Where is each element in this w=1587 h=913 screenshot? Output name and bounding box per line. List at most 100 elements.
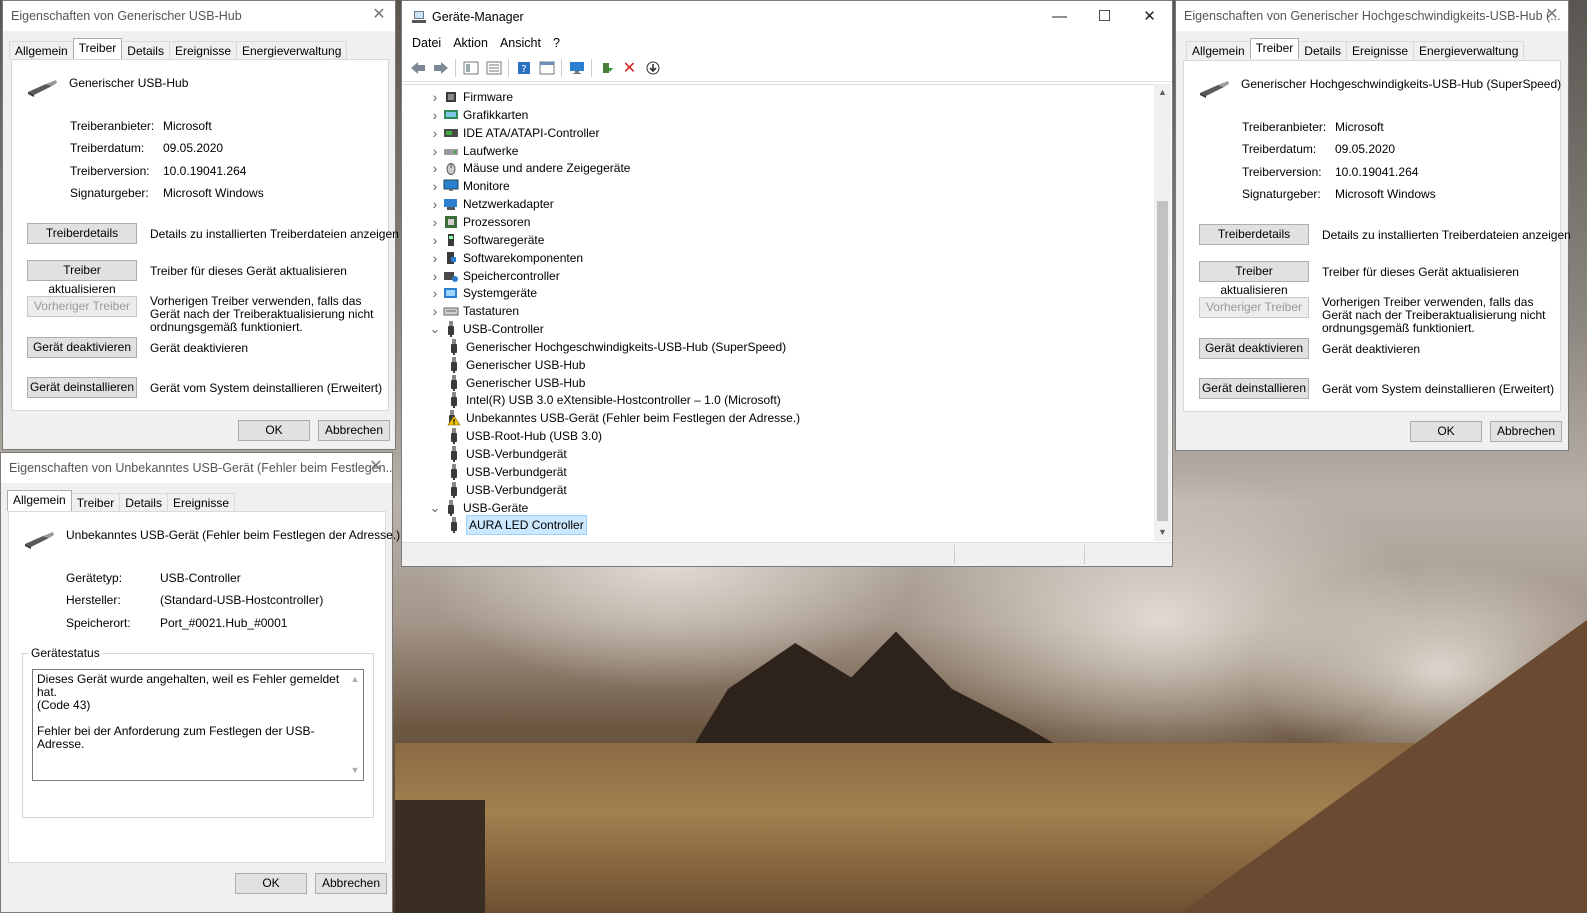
menu-datei[interactable]: Datei bbox=[406, 36, 447, 50]
help-icon[interactable]: ? bbox=[512, 57, 535, 79]
tree-device-unbekanntes-usb-gerät-fehler-beim-festlegen-der-adresse[interactable]: Unbekanntes USB-Gerät (Fehler beim Festl… bbox=[446, 409, 800, 427]
tab-details[interactable]: Details bbox=[121, 41, 170, 59]
chevron-right-icon[interactable]: › bbox=[427, 267, 443, 285]
chevron-right-icon[interactable]: › bbox=[427, 142, 443, 160]
chevron-down-icon[interactable]: ⌄ bbox=[427, 501, 443, 514]
device-manager-titlebar[interactable]: Geräte-Manager — ☐ ✕ bbox=[402, 1, 1172, 32]
chevron-right-icon[interactable]: › bbox=[427, 249, 443, 267]
chevron-right-icon[interactable]: › bbox=[427, 159, 443, 177]
tree-scrollbar[interactable]: ▲ ▼ bbox=[1154, 84, 1171, 541]
chevron-right-icon[interactable]: › bbox=[427, 177, 443, 195]
tab-treiber[interactable]: Treiber bbox=[70, 493, 121, 511]
tree-category-monitore[interactable]: › Monitore bbox=[427, 177, 510, 195]
tree-device-aura-led-controller[interactable]: AURA LED Controller bbox=[446, 515, 587, 536]
tab-allgemein[interactable]: Allgemein bbox=[9, 41, 74, 59]
uninstall-device-button[interactable]: Gerät deinstallieren bbox=[1199, 378, 1309, 399]
tree-category-usb-geräte[interactable]: ⌄ USB-Geräte bbox=[427, 499, 528, 517]
properties-view-icon[interactable] bbox=[459, 57, 482, 79]
tree-category-mäuse-und-andere-zeigegeräte[interactable]: › Mäuse und andere Zeigegeräte bbox=[427, 159, 631, 177]
chevron-right-icon[interactable]: › bbox=[427, 124, 443, 142]
close-icon[interactable]: ✕ bbox=[371, 7, 387, 23]
tree-device-generischer-usb-hub[interactable]: Generischer USB-Hub bbox=[446, 374, 585, 392]
tree-category-tastaturen[interactable]: › Tastaturen bbox=[427, 302, 519, 320]
tree-device-usb-root-hub-usb-3-0[interactable]: USB-Root-Hub (USB 3.0) bbox=[446, 427, 602, 445]
tree-category-usb-controller[interactable]: ⌄ USB-Controller bbox=[427, 320, 544, 338]
tree-category-softwaregeräte[interactable]: › Softwaregeräte bbox=[427, 231, 545, 249]
chevron-down-icon[interactable]: ⌄ bbox=[427, 322, 443, 335]
tab-energieverwaltung[interactable]: Energieverwaltung bbox=[1413, 41, 1525, 59]
tree-category-prozessoren[interactable]: › Prozessoren bbox=[427, 213, 531, 231]
tab-ereignisse[interactable]: Ereignisse bbox=[166, 493, 235, 511]
tab-ereignisse[interactable]: Ereignisse bbox=[168, 41, 237, 59]
update-driver-button[interactable]: Treiber aktualisieren bbox=[27, 260, 137, 296]
tree-category-ide-ata-atapi-controller[interactable]: › IDE ATA/ATAPI-Controller bbox=[427, 124, 600, 142]
details-pane-icon[interactable] bbox=[535, 57, 558, 79]
device-status-text[interactable]: Dieses Gerät wurde angehalten, weil es F… bbox=[32, 669, 364, 781]
scan-hardware-icon[interactable] bbox=[565, 57, 588, 79]
rollback-driver-button[interactable]: Vorheriger Treiber bbox=[1199, 297, 1309, 318]
dialog-titlebar[interactable]: Eigenschaften von Generischer USB-Hub ✕ bbox=[3, 1, 395, 31]
tree-category-grafikkarten[interactable]: › Grafikkarten bbox=[427, 106, 529, 124]
tab-ereignisse[interactable]: Ereignisse bbox=[1345, 41, 1414, 59]
chevron-right-icon[interactable]: › bbox=[427, 213, 443, 231]
tree-device-generischer-hochgeschwindigkeits-usb-hub-superspeed[interactable]: Generischer Hochgeschwindigkeits-USB-Hub… bbox=[446, 338, 786, 356]
list-view-icon[interactable] bbox=[482, 57, 505, 79]
tree-device-usb-verbundgerät[interactable]: USB-Verbundgerät bbox=[446, 445, 567, 463]
ok-button[interactable]: OK bbox=[1410, 421, 1482, 442]
forward-arrow-icon[interactable] bbox=[429, 57, 452, 79]
disable-device-button[interactable]: Gerät deaktivieren bbox=[1199, 338, 1309, 359]
ok-button[interactable]: OK bbox=[238, 420, 310, 441]
scroll-thumb[interactable] bbox=[1157, 201, 1168, 521]
menu-help[interactable]: ? bbox=[547, 36, 566, 50]
chevron-right-icon[interactable]: › bbox=[427, 106, 443, 124]
ok-button[interactable]: OK bbox=[235, 873, 307, 894]
tree-device-intel-r-usb-3-0-extensible-hostcontroller-1-0-microsoft[interactable]: Intel(R) USB 3.0 eXtensible-Hostcontroll… bbox=[446, 391, 781, 409]
update-driver-icon[interactable] bbox=[595, 57, 618, 79]
minimize-icon[interactable]: — bbox=[1037, 1, 1082, 32]
tab-treiber[interactable]: Treiber bbox=[1249, 38, 1300, 59]
menu-aktion[interactable]: Aktion bbox=[447, 36, 494, 50]
rollback-driver-button[interactable]: Vorheriger Treiber bbox=[27, 296, 137, 317]
tree-category-systemgeräte[interactable]: › Systemgeräte bbox=[427, 284, 537, 302]
close-icon[interactable]: ✕ bbox=[1127, 1, 1172, 32]
scroll-down-icon[interactable]: ▼ bbox=[1154, 524, 1171, 541]
maximize-icon[interactable]: ☐ bbox=[1082, 1, 1127, 32]
tab-treiber[interactable]: Treiber bbox=[72, 38, 123, 59]
tab-details[interactable]: Details bbox=[1298, 41, 1347, 59]
tree-category-laufwerke[interactable]: › Laufwerke bbox=[427, 142, 519, 160]
driver-details-button[interactable]: Treiberdetails bbox=[27, 223, 137, 244]
tree-device-generischer-usb-hub[interactable]: Generischer USB-Hub bbox=[446, 356, 585, 374]
device-tree[interactable]: › Firmware › Grafikkarten › IDE ATA/ATAPI-Con… bbox=[403, 84, 1155, 541]
tab-energieverwaltung[interactable]: Energieverwaltung bbox=[236, 41, 348, 59]
download-icon[interactable] bbox=[641, 57, 664, 79]
back-arrow-icon[interactable] bbox=[406, 57, 429, 79]
chevron-right-icon[interactable]: › bbox=[427, 231, 443, 249]
cancel-button[interactable]: Abbrechen bbox=[1490, 421, 1562, 442]
tree-category-netzwerkadapter[interactable]: › Netzwerkadapter bbox=[427, 195, 554, 213]
close-icon[interactable]: ✕ bbox=[1544, 7, 1560, 23]
chevron-right-icon[interactable]: › bbox=[427, 88, 443, 106]
uninstall-device-button[interactable]: Gerät deinstallieren bbox=[27, 377, 137, 398]
cancel-button[interactable]: Abbrechen bbox=[315, 873, 387, 894]
chevron-right-icon[interactable]: › bbox=[427, 195, 443, 213]
menu-ansicht[interactable]: Ansicht bbox=[494, 36, 547, 50]
tab-details[interactable]: Details bbox=[119, 493, 168, 511]
chevron-right-icon[interactable]: › bbox=[427, 284, 443, 302]
close-icon[interactable]: ✕ bbox=[368, 459, 384, 475]
chevron-right-icon[interactable]: › bbox=[427, 302, 443, 320]
disable-device-button[interactable]: Gerät deaktivieren bbox=[27, 337, 137, 358]
tree-device-usb-verbundgerät[interactable]: USB-Verbundgerät bbox=[446, 463, 567, 481]
dialog-titlebar[interactable]: Eigenschaften von Unbekanntes USB-Gerät … bbox=[1, 453, 392, 483]
driver-details-button[interactable]: Treiberdetails bbox=[1199, 224, 1309, 245]
dialog-titlebar[interactable]: Eigenschaften von Generischer Hochgeschw… bbox=[1176, 1, 1568, 31]
tab-allgemein[interactable]: Allgemein bbox=[1186, 41, 1251, 59]
tab-allgemein[interactable]: Allgemein bbox=[7, 490, 72, 511]
tree-device-usb-verbundgerät[interactable]: USB-Verbundgerät bbox=[446, 481, 567, 499]
scroll-up-icon[interactable]: ▲ bbox=[1154, 84, 1171, 101]
update-driver-button[interactable]: Treiber aktualisieren bbox=[1199, 261, 1309, 297]
tree-category-firmware[interactable]: › Firmware bbox=[427, 88, 513, 106]
uninstall-device-icon[interactable]: ✕ bbox=[618, 57, 641, 79]
status-scrollbar[interactable]: ▲ ▼ bbox=[347, 670, 363, 780]
tree-category-speichercontroller[interactable]: › Speichercontroller bbox=[427, 267, 560, 285]
tree-category-softwarekomponenten[interactable]: › Softwarekomponenten bbox=[427, 249, 583, 267]
